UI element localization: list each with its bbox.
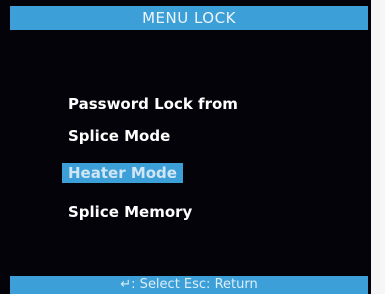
menu-title: MENU LOCK xyxy=(10,6,368,30)
menu-item-splice-mode[interactable]: Splice Mode xyxy=(68,126,170,146)
menu-item-password-lock[interactable]: Password Lock from xyxy=(68,94,238,114)
menu-item-heater-mode[interactable]: Heater Mode xyxy=(62,163,183,183)
key-hint-bar: ↵: Select Esc: Return xyxy=(10,276,368,294)
screen-bezel xyxy=(371,0,385,294)
lcd-screen: MENU LOCK Password Lock from Splice Mode… xyxy=(0,0,371,294)
menu-item-splice-memory[interactable]: Splice Memory xyxy=(68,202,192,222)
